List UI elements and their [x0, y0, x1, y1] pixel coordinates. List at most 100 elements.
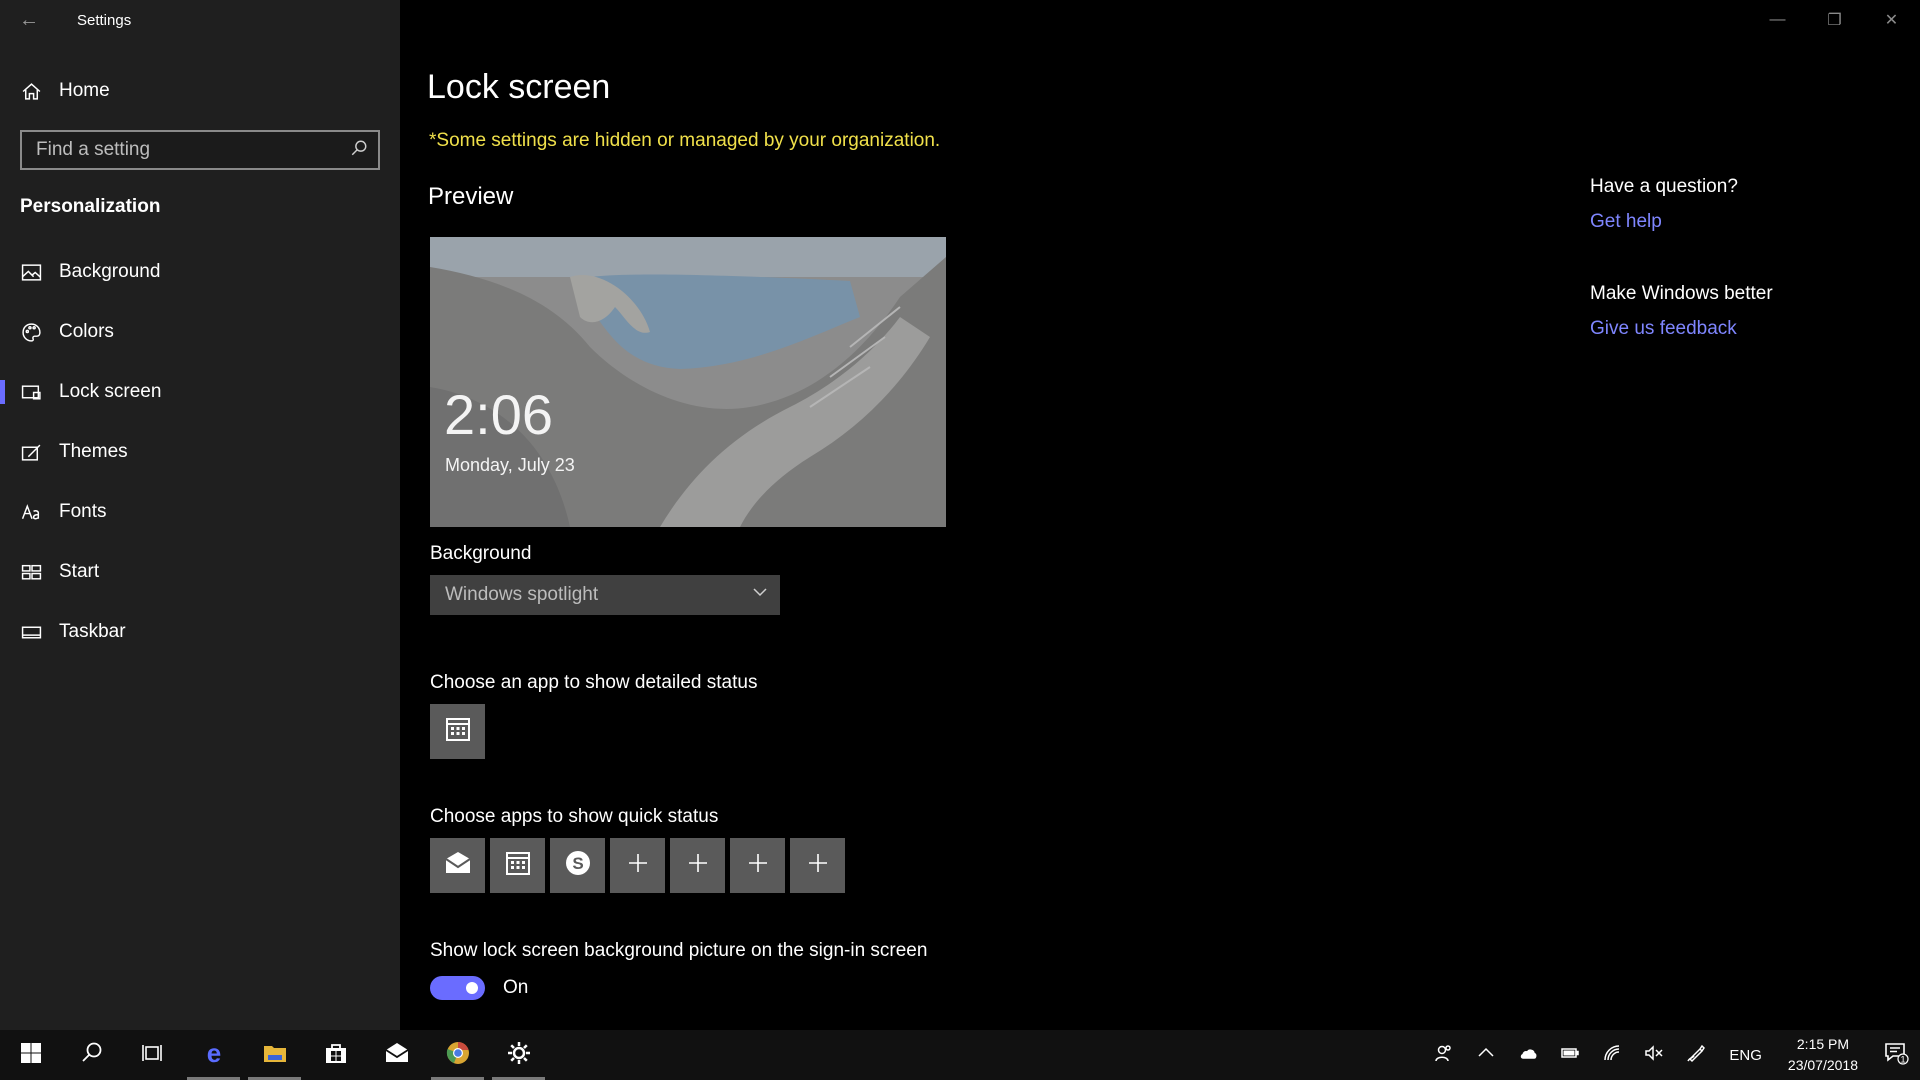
- sidebar-item-colors[interactable]: Colors: [0, 302, 400, 362]
- org-notice: *Some settings are hidden or managed by …: [429, 130, 941, 151]
- sidebar-item-background[interactable]: Background: [0, 242, 400, 302]
- pen-icon: [1686, 1043, 1706, 1068]
- background-dropdown[interactable]: Windows spotlight: [430, 575, 780, 615]
- quick-status-add-button[interactable]: [670, 838, 725, 893]
- sidebar-item-label: Background: [59, 261, 161, 282]
- main-content: — ❐ ✕ Lock screen *Some settings are hid…: [400, 0, 1920, 1030]
- folder-icon: [262, 1040, 288, 1071]
- file-explorer-button[interactable]: [244, 1030, 305, 1080]
- clock-time: 2:15 PM: [1796, 1036, 1850, 1052]
- back-button[interactable]: ←: [0, 0, 58, 40]
- background-dropdown-value: Windows spotlight: [445, 584, 599, 605]
- quick-status-label: Choose apps to show quick status: [430, 806, 719, 827]
- mail-button[interactable]: [366, 1030, 427, 1080]
- lock-screen-preview: 2:06 Monday, July 23: [430, 237, 946, 527]
- battery-icon: [1560, 1043, 1580, 1068]
- calendar-icon: [503, 848, 533, 883]
- window-controls: — ❐ ✕: [1749, 0, 1920, 40]
- section-header: Personalization: [20, 196, 161, 217]
- task-view-button[interactable]: [122, 1030, 183, 1080]
- chrome-icon: [445, 1040, 471, 1071]
- search-box[interactable]: [20, 130, 380, 170]
- battery-button[interactable]: [1549, 1030, 1591, 1080]
- title-bar: ← Settings: [0, 0, 400, 40]
- sidebar-item-label: Lock screen: [59, 381, 162, 402]
- search-icon[interactable]: [350, 139, 368, 162]
- picture-icon: [20, 261, 42, 283]
- search-icon: [79, 1040, 105, 1071]
- home-icon: [20, 80, 42, 102]
- clock[interactable]: 2:15 PM 23/07/2018: [1774, 1034, 1872, 1076]
- quick-status-apps: S: [430, 838, 845, 893]
- sidebar-item-label: Fonts: [59, 501, 107, 522]
- chevron-up-icon: [1476, 1043, 1496, 1068]
- store-button[interactable]: [305, 1030, 366, 1080]
- preview-date: Monday, July 23: [445, 455, 575, 475]
- gear-icon: [506, 1040, 532, 1071]
- sidebar-item-themes[interactable]: Themes: [0, 422, 400, 482]
- sidebar-item-start[interactable]: Start: [0, 542, 400, 602]
- skype-icon: S: [563, 848, 593, 883]
- onedrive-button[interactable]: [1507, 1030, 1549, 1080]
- palette-icon: [20, 321, 42, 343]
- plus-icon: [683, 848, 713, 883]
- plus-icon: [743, 848, 773, 883]
- close-icon: ✕: [1884, 12, 1899, 29]
- search-input[interactable]: [36, 139, 350, 161]
- quick-status-skype-button[interactable]: S: [550, 838, 605, 893]
- settings-button[interactable]: [488, 1030, 549, 1080]
- show-hidden-icons-button[interactable]: [1465, 1030, 1507, 1080]
- notification-count: 1: [1900, 1054, 1905, 1064]
- quick-status-mail-button[interactable]: [430, 838, 485, 893]
- sidebar-item-taskbar[interactable]: Taskbar: [0, 602, 400, 662]
- arrow-left-icon: ←: [19, 8, 39, 31]
- sidebar-item-label: Themes: [59, 441, 128, 462]
- quick-status-add-button[interactable]: [610, 838, 665, 893]
- signin-background-toggle[interactable]: [430, 976, 485, 1000]
- edge-icon: e: [201, 1038, 227, 1071]
- sidebar-item-label: Colors: [59, 321, 114, 342]
- taskbar: e ENG 2:15 PM 23/07/2018 1: [0, 1030, 1920, 1080]
- fonts-icon: [20, 501, 42, 523]
- background-label: Background: [430, 543, 532, 564]
- taskbar-icon: [20, 621, 42, 643]
- volume-muted-icon: [1644, 1043, 1664, 1068]
- signin-toggle-row: On: [430, 976, 528, 1000]
- notification-icon: 1: [1883, 1040, 1909, 1071]
- minimize-button[interactable]: —: [1749, 0, 1806, 40]
- quick-status-add-button[interactable]: [730, 838, 785, 893]
- pen-workspace-button[interactable]: [1675, 1030, 1717, 1080]
- start-button[interactable]: [0, 1030, 61, 1080]
- quick-status-calendar-button[interactable]: [490, 838, 545, 893]
- chrome-button[interactable]: [427, 1030, 488, 1080]
- cloud-icon: [1518, 1043, 1538, 1068]
- settings-window: ← Settings Home Personalization Backgrou…: [0, 0, 1920, 1030]
- give-feedback-link[interactable]: Give us feedback: [1590, 318, 1890, 340]
- close-button[interactable]: ✕: [1863, 0, 1920, 40]
- minimize-icon: —: [1769, 11, 1786, 28]
- sidebar-item-fonts[interactable]: Fonts: [0, 482, 400, 542]
- quick-status-add-button[interactable]: [790, 838, 845, 893]
- network-button[interactable]: [1591, 1030, 1633, 1080]
- restore-button[interactable]: ❐: [1806, 0, 1863, 40]
- sidebar-item-lock-screen[interactable]: Lock screen: [0, 362, 400, 422]
- edge-button[interactable]: e: [183, 1030, 244, 1080]
- detailed-status-label: Choose an app to show detailed status: [430, 672, 758, 693]
- chevron-down-icon: [752, 584, 768, 606]
- volume-button[interactable]: [1633, 1030, 1675, 1080]
- page-title: Lock screen: [427, 68, 611, 106]
- get-help-link[interactable]: Get help: [1590, 211, 1890, 233]
- start-icon: [20, 561, 42, 583]
- language-indicator[interactable]: ENG: [1717, 1047, 1774, 1064]
- action-center-button[interactable]: 1: [1872, 1030, 1920, 1080]
- app-title: Settings: [77, 11, 132, 29]
- mail-icon: [443, 848, 473, 883]
- people-button[interactable]: [1423, 1030, 1465, 1080]
- svg-text:e: e: [206, 1040, 220, 1066]
- clock-date: 23/07/2018: [1787, 1057, 1858, 1073]
- taskbar-search-button[interactable]: [61, 1030, 122, 1080]
- sidebar-item-label: Taskbar: [59, 621, 126, 642]
- detailed-status-app-button[interactable]: [430, 704, 485, 759]
- nav-list: Background Colors Lock screen Themes Fon…: [0, 242, 400, 662]
- sidebar-item-home[interactable]: Home: [0, 71, 400, 111]
